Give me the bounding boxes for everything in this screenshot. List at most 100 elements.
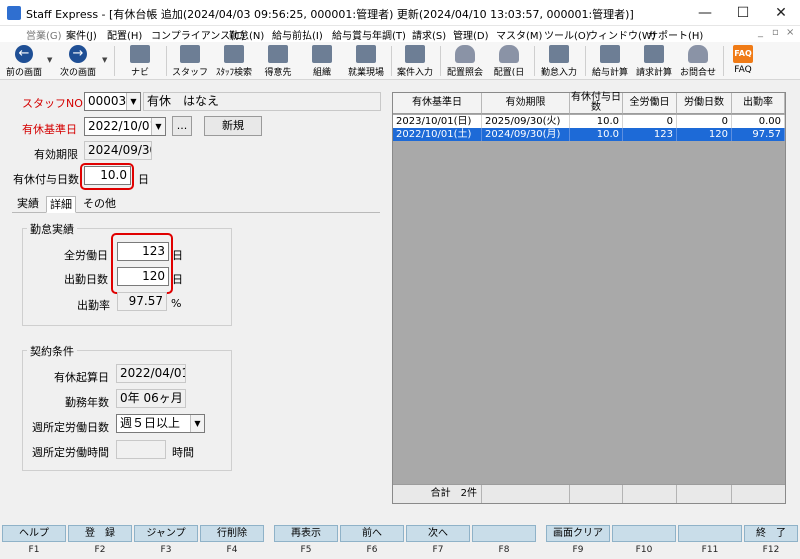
- f1-key-label: F1: [28, 545, 40, 555]
- navi-button[interactable]: ナビ: [118, 42, 162, 80]
- inquiry-button[interactable]: お問合せ: [676, 42, 720, 80]
- column-header-grant-days[interactable]: 有休付与日数: [570, 93, 623, 114]
- customer-button[interactable]: 得意先: [256, 42, 300, 80]
- start-date-field: 2022/04/01: [116, 364, 186, 383]
- organization-button[interactable]: 組織: [300, 42, 344, 80]
- f7-next-button[interactable]: 次へ: [406, 525, 470, 542]
- back-dropdown-icon[interactable]: ▼: [47, 56, 52, 64]
- menu-placement[interactable]: 配置(H): [107, 27, 142, 42]
- next-dropdown-icon[interactable]: ▼: [102, 56, 107, 64]
- column-header-base-date[interactable]: 有休基準日: [393, 93, 482, 114]
- grid-footer: 合計 2件: [393, 484, 785, 503]
- close-button[interactable]: ✕: [762, 0, 800, 26]
- tab-other[interactable]: その他: [80, 196, 119, 213]
- chevron-down-icon[interactable]: ▼: [151, 118, 165, 135]
- column-header-total-work[interactable]: 全労働日: [623, 93, 677, 114]
- f8-key-label: F8: [498, 545, 510, 555]
- customer-label: 得意先: [264, 68, 292, 78]
- base-date-combo[interactable]: 2022/10/01 ▼: [84, 117, 166, 136]
- f5-refresh-button[interactable]: 再表示: [274, 525, 338, 542]
- f11-key-label: F11: [701, 545, 719, 555]
- next-button[interactable]: → 次の画面: [56, 42, 100, 80]
- attendance-entry-button[interactable]: 勤怠入力: [536, 42, 582, 80]
- menu-cases[interactable]: 案件(J): [66, 27, 97, 42]
- menu-sales[interactable]: 営業(G): [26, 27, 62, 42]
- menu-advance-pay[interactable]: 給与前払(I): [272, 27, 323, 42]
- column-header-expiry[interactable]: 有効期限: [482, 93, 570, 114]
- f9-clear-button[interactable]: 画面クリア: [546, 525, 610, 542]
- billing-calc-button[interactable]: 請求計算: [632, 42, 676, 80]
- menu-admin[interactable]: 管理(D): [453, 27, 489, 42]
- years-label: 勤務年数: [65, 396, 109, 409]
- menu-payroll[interactable]: 給与賞与年調(T): [332, 27, 406, 42]
- total-work-input[interactable]: 123: [117, 242, 169, 261]
- years-field: 0年 06ヶ月: [116, 389, 186, 408]
- chevron-down-icon[interactable]: ▼: [190, 415, 204, 432]
- f6-key-label: F6: [366, 545, 378, 555]
- menu-tools[interactable]: ツール(O): [544, 27, 590, 42]
- cell-work-days: 120: [677, 128, 732, 141]
- f1-help-button[interactable]: ヘルプ: [2, 525, 66, 542]
- f2-register-button[interactable]: 登 録: [68, 525, 132, 542]
- f10-key-label: F10: [635, 545, 653, 555]
- f9-key-label: F9: [572, 545, 584, 555]
- menu-attendance[interactable]: 勤怠(N): [229, 27, 264, 42]
- menu-support[interactable]: サポート(H): [648, 27, 703, 42]
- weekly-hours-label: 週所定労働時間: [32, 446, 109, 459]
- f12-exit-button[interactable]: 終 了: [744, 525, 798, 542]
- weekly-days-select[interactable]: 週５日以上 ▼: [116, 414, 205, 433]
- placement-inquiry-button[interactable]: 配置照会: [443, 42, 487, 80]
- cell-total-work: 0: [623, 115, 677, 128]
- tab-details[interactable]: 詳細: [46, 196, 76, 213]
- attend-days-input[interactable]: 120: [117, 267, 169, 286]
- worksite-button[interactable]: 就業現場: [344, 42, 388, 80]
- attendance-entry-icon: [549, 45, 569, 63]
- menu-billing[interactable]: 請求(S): [412, 27, 446, 42]
- menu-bar: 営業(G) 案件(J) 配置(H) コンプライアンス(C) 勤怠(N) 給与前払…: [0, 26, 800, 42]
- staff-button[interactable]: スタッフ: [168, 42, 212, 80]
- browse-button[interactable]: ...: [172, 116, 192, 136]
- mdi-minimize-button[interactable]: _: [758, 27, 763, 38]
- case-entry-button[interactable]: 案件入力: [393, 42, 437, 80]
- f4-delete-row-button[interactable]: 行削除: [200, 525, 264, 542]
- column-header-work-days[interactable]: 労働日数: [677, 93, 732, 114]
- placement-day-button[interactable]: 配置(日: [487, 42, 531, 80]
- cell-total-work: 123: [623, 128, 677, 141]
- mdi-close-button[interactable]: ×: [786, 27, 794, 38]
- menu-window[interactable]: ウィンドウ(W): [588, 27, 656, 42]
- f3-jump-button[interactable]: ジャンプ: [134, 525, 198, 542]
- placement-day-label: 配置(日: [493, 68, 525, 78]
- menu-master[interactable]: マスタ(M): [496, 27, 542, 42]
- placement-inquiry-label: 配置照会: [446, 68, 483, 78]
- staff-icon: [180, 45, 200, 63]
- attend-rate-unit: %: [171, 297, 182, 310]
- f11-button[interactable]: [678, 525, 742, 542]
- f10-button[interactable]: [612, 525, 676, 542]
- case-entry-label: 案件入力: [396, 68, 433, 78]
- f5-key-label: F5: [300, 545, 312, 555]
- tab-results[interactable]: 実績: [14, 196, 42, 213]
- back-button[interactable]: ← 前の画面: [2, 42, 46, 80]
- mdi-restore-button[interactable]: ▫: [772, 27, 779, 38]
- customer-icon: [268, 45, 288, 63]
- grant-days-input[interactable]: 10.0: [84, 166, 131, 185]
- f8-button[interactable]: [472, 525, 536, 542]
- inquiry-icon: [688, 45, 708, 63]
- staff-no-combo[interactable]: 000034 ▼: [84, 92, 141, 111]
- cell-rate: 0.00: [732, 115, 785, 128]
- column-header-rate[interactable]: 出勤率: [732, 93, 785, 114]
- back-label: 前の画面: [5, 68, 42, 78]
- f6-prev-button[interactable]: 前へ: [340, 525, 404, 542]
- staff-search-label: ｽﾀｯﾌ検索: [215, 68, 252, 78]
- faq-button[interactable]: FAQ FAQ: [726, 42, 760, 80]
- faq-icon: FAQ: [733, 45, 753, 63]
- cell-rate: 97.57: [732, 128, 785, 141]
- payroll-calc-button[interactable]: 給与計算: [588, 42, 632, 80]
- maximize-button[interactable]: ☐: [724, 0, 762, 26]
- staff-search-button[interactable]: ｽﾀｯﾌ検索: [212, 42, 256, 80]
- chevron-down-icon[interactable]: ▼: [126, 93, 140, 110]
- new-button[interactable]: 新規: [204, 116, 262, 136]
- minimize-button[interactable]: —: [686, 0, 724, 26]
- total-work-label: 全労働日: [64, 249, 108, 262]
- cell-grant-days: 10.0: [570, 128, 623, 141]
